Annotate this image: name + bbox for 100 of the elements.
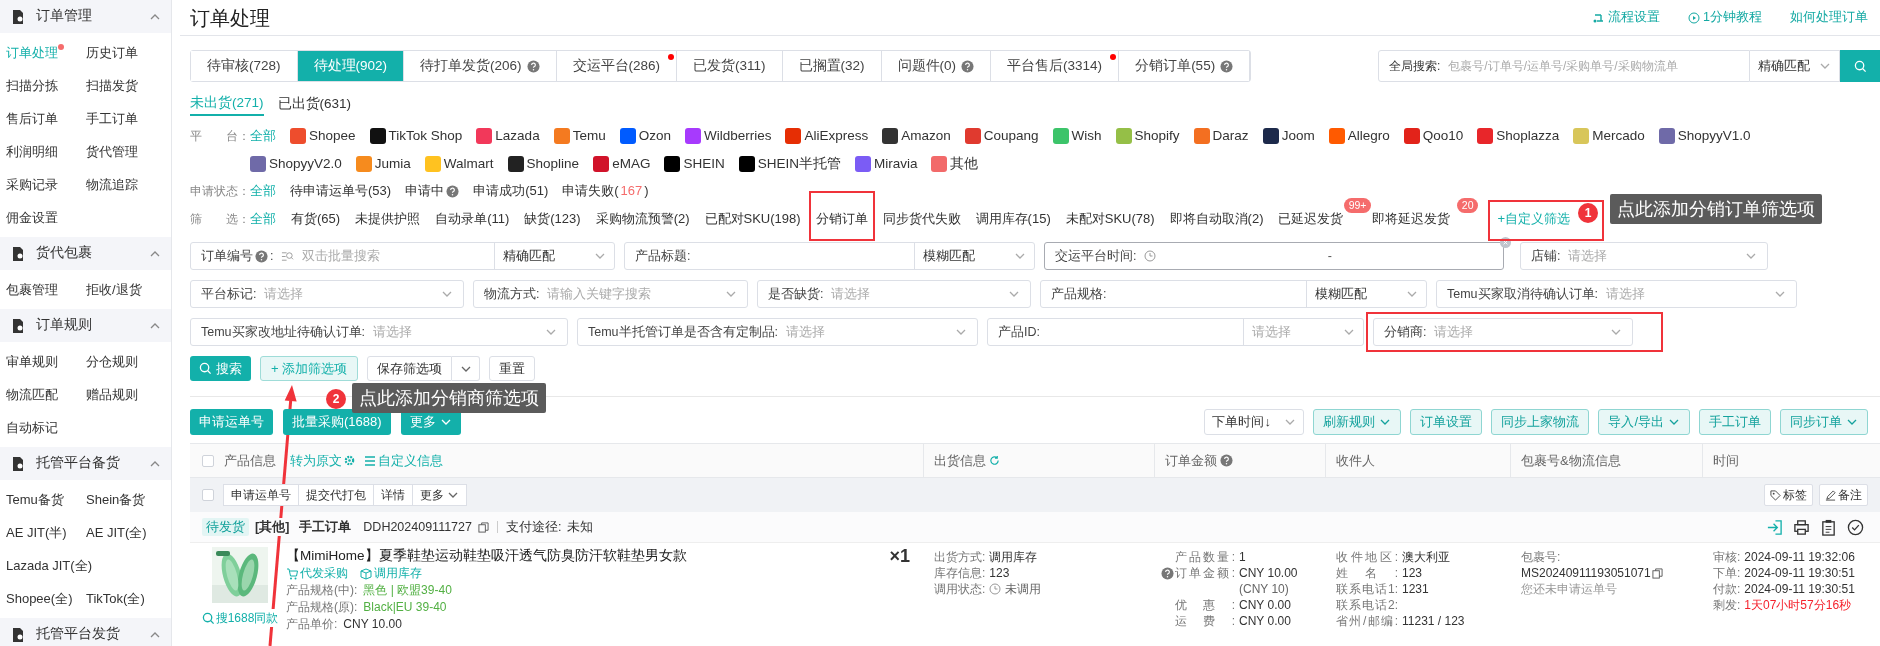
copy-icon[interactable] (478, 521, 489, 533)
platform-option[interactable]: 其他 (931, 150, 979, 178)
sidebar-item[interactable]: 物流匹配 (6, 378, 86, 411)
filter-field[interactable]: 物流方式: 请输入关键字搜索 (473, 280, 748, 308)
filter-option[interactable]: 申请失败(167) (562, 181, 649, 201)
filter-field[interactable]: 是否缺货: 请选择 (757, 280, 1031, 308)
filter-option[interactable]: 缺货(123) (524, 209, 581, 229)
platform-option[interactable]: Shopify (1115, 122, 1180, 150)
platform-option[interactable]: Wish (1052, 122, 1102, 150)
platform-option[interactable]: Allegro (1328, 122, 1390, 150)
platform-option[interactable]: Joom (1262, 122, 1315, 150)
dropdown-button[interactable] (452, 356, 481, 381)
search-button[interactable] (1840, 50, 1880, 82)
sort-select[interactable]: 下单时间↓ (1204, 409, 1305, 435)
platform-option[interactable]: Shopline (507, 150, 580, 178)
sidebar-item[interactable]: 历史订单 (86, 36, 166, 69)
filter-option[interactable]: 待申请运单号(53) (290, 181, 392, 201)
sidebar-item[interactable]: 包裹管理 (6, 273, 86, 306)
sidebar-item[interactable]: 拒收/退货 (86, 273, 166, 306)
batch-search-input[interactable]: 双击批量搜索 (302, 246, 494, 266)
platform-option[interactable]: Shoplazza (1477, 122, 1560, 150)
sidebar-section-header[interactable]: 订单规则 (0, 309, 171, 342)
sidebar-item[interactable]: 审单规则 (6, 345, 86, 378)
tag-button[interactable]: 标签 (1764, 484, 1813, 506)
filter-option[interactable]: 有货(65) (291, 209, 341, 229)
filter-option[interactable]: 已配对SKU(198) (704, 209, 801, 229)
note-button[interactable]: 备注 (1819, 484, 1868, 506)
sidebar-item[interactable]: 佣金设置 (6, 201, 86, 234)
sidebar-item[interactable]: AE JIT(全) (86, 516, 166, 549)
filter-option[interactable]: 自动录单(11) (435, 209, 510, 229)
filter-field[interactable]: Temu买家取消待确认订单: 请选择 (1436, 280, 1797, 308)
filter-option[interactable]: 申请成功(51) (473, 181, 549, 201)
sidebar-item[interactable]: AE JIT(半) (6, 516, 86, 549)
platform-option[interactable]: Miravia (854, 150, 918, 178)
filter-option[interactable]: 采购物流预警(2) (595, 209, 690, 229)
sidebar-item[interactable]: 扫描分拣 (6, 69, 86, 102)
filter-option[interactable]: 同步货代失败 (882, 209, 961, 229)
sidebar-item[interactable]: 物流追踪 (86, 168, 166, 201)
filter-field[interactable]: 平台标记: 请选择 (190, 280, 464, 308)
status-tab[interactable]: 待审核(728) (191, 51, 298, 81)
sidebar-item[interactable]: Shopee(全) (6, 582, 86, 615)
sidebar-section-header[interactable]: 托管平台发货 (0, 618, 171, 646)
filter-option[interactable]: 即将延迟发货 (1372, 209, 1451, 229)
sidebar-section-header[interactable]: 货代包裹 (0, 237, 171, 270)
platform-option[interactable]: Coupang (964, 122, 1039, 150)
sidebar-item[interactable]: 货代管理 (86, 135, 166, 168)
sidebar-item[interactable]: 利润明细 (6, 135, 86, 168)
platform-option[interactable]: TikTok Shop (369, 122, 463, 150)
filter-field[interactable]: Temu半托管订单是否含有定制品: 请选择 (577, 318, 978, 346)
global-search-field[interactable]: 全局搜索: 包裹号/订单号/运单号/采购单号/采购物流单 (1378, 50, 1750, 82)
platform-option[interactable]: Lazada (476, 122, 540, 150)
batch-action-button[interactable]: 详情 (373, 484, 413, 506)
batch-action-button[interactable]: 更多 (412, 484, 467, 506)
filter-option[interactable]: 未提供护照 (355, 209, 421, 229)
filter-field[interactable]: 产品标题: 模糊匹配 (624, 242, 1035, 270)
platform-option[interactable]: Wildberries (684, 122, 772, 150)
platform-option[interactable]: Mercado (1573, 122, 1645, 150)
sidebar-item[interactable]: 赠品规则 (86, 378, 166, 411)
filter-field[interactable]: 店铺: 请选择 (1520, 242, 1768, 270)
platform-option[interactable]: SHEIN (664, 150, 725, 178)
reset-button[interactable]: 重置 (489, 356, 536, 381)
filter-option[interactable]: 申请中 (405, 181, 460, 201)
clear-icon[interactable] (1500, 237, 1511, 248)
sidebar-item[interactable]: TikTok(全) (86, 582, 166, 615)
sidebar-item[interactable]: 自动标记 (6, 411, 86, 444)
platform-option[interactable]: Ozon (619, 122, 671, 150)
platform-option[interactable]: Amazon (882, 122, 951, 150)
checkbox[interactable] (202, 489, 214, 501)
sidebar-item[interactable]: 扫描发货 (86, 69, 166, 102)
sidebar-section-header[interactable]: 订单管理 (0, 0, 171, 33)
filter-field[interactable]: 产品规格: 模糊匹配 (1040, 280, 1427, 308)
copy-icon[interactable] (1651, 567, 1663, 579)
filter-option[interactable]: 已延迟发货 (1278, 209, 1344, 229)
platform-option[interactable]: Jumia (355, 150, 411, 178)
filter-field[interactable]: 产品ID: 请选择 (987, 318, 1364, 346)
filter-option[interactable]: 分销订单 (815, 209, 868, 229)
sidebar-item[interactable]: Lazada JIT(全) (6, 549, 96, 582)
export-icon[interactable] (1766, 518, 1783, 536)
check-circle-icon[interactable] (1847, 518, 1864, 536)
clipboard-icon[interactable] (1820, 518, 1837, 536)
sidebar-item[interactable]: Shein备货 (86, 483, 166, 516)
sidebar-item[interactable]: 采购记录 (6, 168, 86, 201)
checkbox[interactable] (202, 454, 214, 467)
filter-option[interactable]: 调用库存(15) (975, 209, 1051, 229)
search-field[interactable]: 包裹号/订单号/运单号/采购单号/采购物流单 (1448, 57, 1749, 75)
platform-option[interactable]: Temu (553, 122, 606, 150)
platform-option[interactable]: SHEIN半托管 (738, 150, 841, 178)
sidebar-item[interactable]: 手工订单 (86, 102, 166, 135)
sidebar-item[interactable]: 售后订单 (6, 102, 86, 135)
refresh-icon[interactable] (989, 455, 1000, 466)
sidebar-item[interactable]: 分仓规则 (86, 345, 166, 378)
platform-option[interactable]: Qoo10 (1403, 122, 1464, 150)
filter-option[interactable]: 即将自动取消(2) (1169, 209, 1264, 229)
ship-tab[interactable]: 已出货(631) (277, 92, 352, 116)
filter-field[interactable]: Temu买家改地址待确认订单: 请选择 (190, 318, 568, 346)
filter-option[interactable]: 未配对SKU(78) (1065, 209, 1155, 229)
sidebar-section-header[interactable]: 托管平台备货 (0, 447, 171, 480)
platform-option[interactable]: Shopee (290, 122, 356, 150)
platform-option[interactable]: Daraz (1193, 122, 1249, 150)
batch-action-button[interactable]: 申请运单号 (223, 484, 299, 506)
